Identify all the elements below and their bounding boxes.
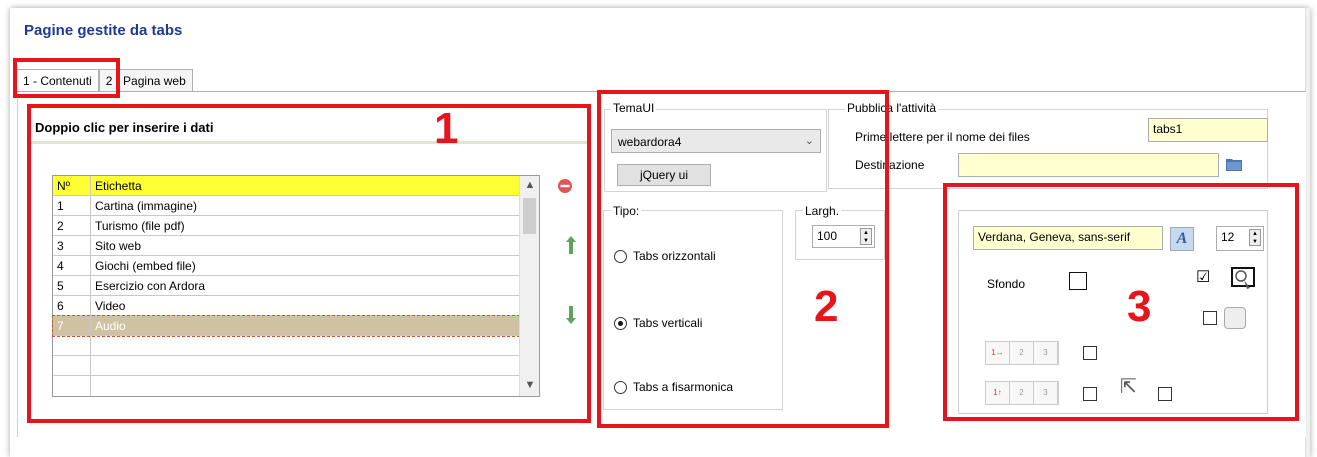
column-etichetta: Etichetta bbox=[95, 179, 142, 193]
row-label: Esercizio con Ardora bbox=[95, 279, 206, 293]
rounded-corner-icon[interactable] bbox=[1224, 307, 1246, 329]
table-row-empty[interactable] bbox=[53, 376, 519, 396]
annotation-number-3: 3 bbox=[1127, 282, 1152, 331]
row-label: Giochi (embed file) bbox=[95, 259, 196, 273]
scroll-down-icon[interactable]: ▼ bbox=[524, 379, 536, 393]
row-label: Sito web bbox=[95, 239, 142, 253]
radio-tabs-verticali[interactable]: Tabs verticali bbox=[614, 316, 702, 330]
checkbox-checked[interactable]: ☑ bbox=[1196, 267, 1210, 287]
header-divider bbox=[31, 141, 587, 144]
stepper-arrows-icon[interactable]: ▲ ▼ bbox=[1249, 229, 1261, 246]
row-number: 2 bbox=[53, 216, 91, 236]
annotation-number-1: 1 bbox=[434, 104, 459, 153]
tipo-label: Tipo: bbox=[611, 204, 642, 218]
stepper-arrows-icon[interactable]: ▲ ▼ bbox=[860, 228, 872, 245]
vertical-tabs-icon: 1↑ 2 3 bbox=[985, 381, 1059, 405]
border-checkbox[interactable] bbox=[1203, 311, 1217, 325]
table-row-selected[interactable]: 7 Audio bbox=[52, 315, 520, 337]
tema-label: TemaUI bbox=[611, 101, 657, 115]
tab-pagina-web[interactable]: 2 - Pagina web bbox=[98, 69, 193, 91]
sfondo-label: Sfondo bbox=[987, 277, 1026, 291]
horizontal-tabs-icon: 1→ 2 3 bbox=[985, 341, 1059, 365]
prefix-input[interactable]: tabs1 bbox=[1148, 118, 1268, 142]
scroll-up-icon[interactable]: ▲ bbox=[524, 179, 536, 193]
row-number: 6 bbox=[53, 296, 91, 316]
tab-contenuti[interactable]: 1 - Contenuti bbox=[16, 69, 99, 92]
font-size-stepper[interactable]: 12 ▲ ▼ bbox=[1216, 226, 1264, 251]
radio-label: Tabs orizzontali bbox=[633, 249, 716, 263]
row-number: 3 bbox=[53, 236, 91, 256]
font-size-value: 12 bbox=[1221, 230, 1235, 244]
table-row[interactable]: 6 Video bbox=[53, 296, 519, 316]
grid-header-label: Doppio clic per inserire i dati bbox=[35, 120, 214, 135]
publish-label: Pubblica l'attività bbox=[845, 101, 939, 115]
destination-input[interactable] bbox=[958, 153, 1219, 177]
table-row-empty[interactable] bbox=[53, 336, 519, 356]
largh-value: 100 bbox=[817, 229, 838, 243]
table-row-empty[interactable] bbox=[53, 356, 519, 376]
annotation-number-2: 2 bbox=[814, 282, 839, 331]
labels-grid[interactable]: Nº Etichetta 1 Cartina (immagine) 2 Turism… bbox=[52, 175, 540, 397]
radio-dot bbox=[614, 249, 627, 263]
tema-value: webardora4 bbox=[618, 135, 682, 149]
row-label: Turismo (file pdf) bbox=[95, 219, 185, 233]
radio-label: Tabs verticali bbox=[633, 316, 703, 330]
row-label: Audio bbox=[95, 319, 126, 333]
radio-dot bbox=[614, 380, 627, 394]
destination-label: Destinazione bbox=[855, 158, 925, 172]
chevron-down-icon: ⌄ bbox=[804, 135, 814, 147]
largh-label: Largh. bbox=[803, 204, 842, 218]
table-row[interactable]: 5 Esercizio con Ardora bbox=[53, 276, 519, 296]
sfondo-color-swatch[interactable] bbox=[1069, 272, 1087, 290]
radio-dot-selected bbox=[614, 316, 627, 330]
radio-tabs-orizzontali[interactable]: Tabs orizzontali bbox=[614, 249, 716, 263]
row-number: 5 bbox=[53, 276, 91, 296]
vertical-tabs-checkbox[interactable] bbox=[1083, 387, 1097, 401]
largh-stepper[interactable]: 100 ▲ ▼ bbox=[812, 225, 875, 248]
font-style-icon[interactable]: A bbox=[1170, 227, 1194, 251]
grid-scrollbar[interactable]: ▲ ▼ bbox=[519, 176, 539, 396]
horizontal-tabs-checkbox[interactable] bbox=[1083, 346, 1097, 360]
row-label: Video bbox=[95, 299, 126, 313]
row-number: 4 bbox=[53, 256, 91, 276]
page-title: Pagine gestite da tabs bbox=[24, 22, 183, 39]
remove-icon[interactable] bbox=[557, 178, 573, 194]
row-label: Cartina (immagine) bbox=[95, 199, 198, 213]
scroll-thumb[interactable] bbox=[523, 198, 536, 234]
table-row[interactable]: 2 Turismo (file pdf) bbox=[53, 216, 519, 236]
radio-label: Tabs a fisarmonica bbox=[633, 380, 734, 394]
cursor-pointer-icon: ⇱ bbox=[1120, 376, 1137, 398]
row-number: 1 bbox=[53, 196, 91, 216]
cursor-checkbox[interactable] bbox=[1158, 387, 1172, 401]
font-family-input[interactable]: Verdana, Geneva, sans-serif bbox=[973, 226, 1163, 250]
table-row[interactable]: 3 Sito web bbox=[53, 236, 519, 256]
row-number: 7 bbox=[53, 316, 91, 336]
prefix-label: Prime lettere per il nome dei files bbox=[855, 130, 1030, 144]
tema-select[interactable]: webardora4 ⌄ bbox=[611, 129, 821, 153]
table-row[interactable]: 4 Giochi (embed file) bbox=[53, 256, 519, 276]
arrow-down-icon[interactable] bbox=[563, 306, 579, 324]
radio-tabs-fisarmonica[interactable]: Tabs a fisarmonica bbox=[614, 380, 733, 394]
arrow-up-icon[interactable] bbox=[563, 236, 579, 254]
column-number: Nº bbox=[53, 176, 91, 196]
tab-strip: 1 - Contenuti 2 - Pagina web bbox=[16, 69, 193, 92]
folder-icon[interactable] bbox=[1226, 157, 1242, 174]
jquery-ui-button[interactable]: jQuery ui bbox=[617, 164, 711, 186]
image-picker-icon[interactable] bbox=[1230, 264, 1258, 292]
grid-column-headers: Nº Etichetta bbox=[53, 176, 519, 196]
table-row[interactable]: 1 Cartina (immagine) bbox=[53, 196, 519, 216]
